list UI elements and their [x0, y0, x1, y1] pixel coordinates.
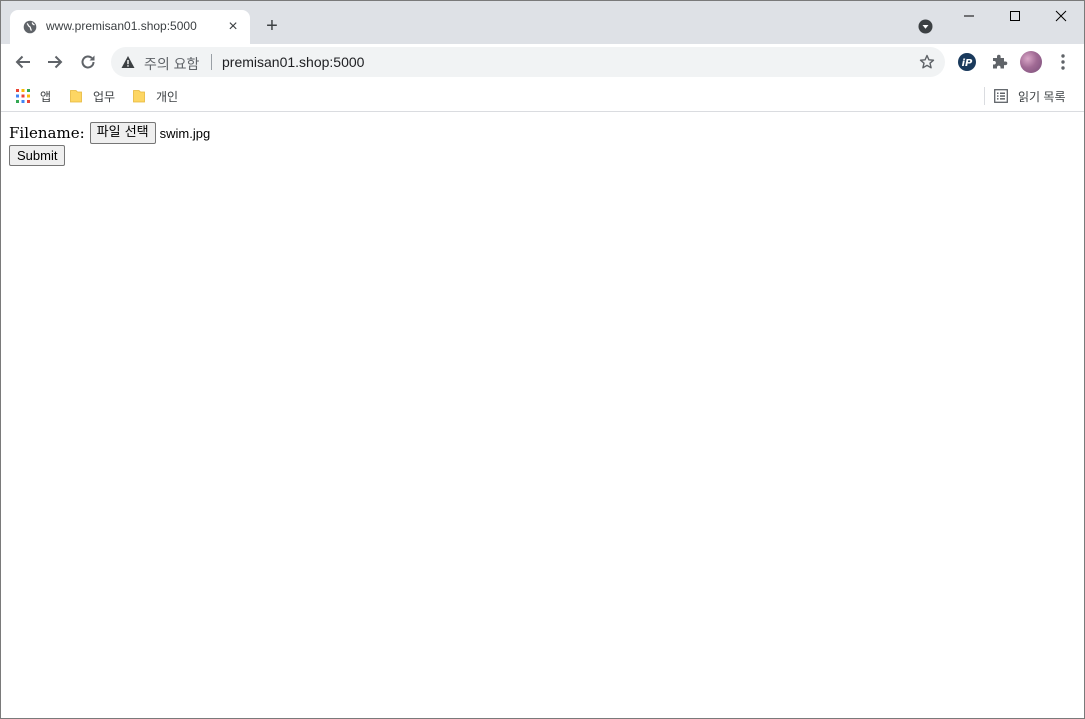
minimize-icon — [964, 15, 974, 17]
bookmark-label: 업무 — [93, 89, 116, 104]
bookmark-apps[interactable]: 앱 — [16, 86, 51, 106]
bookmarks-bar: 앱 업무 개인 읽기 목록 — [1, 80, 1084, 112]
ip-extension-icon[interactable]: iP — [957, 52, 977, 72]
tab-title: www.premisan01.shop:5000 — [46, 19, 197, 33]
reading-list-button[interactable]: 읽기 목록 — [994, 86, 1066, 106]
svg-text:iP: iP — [962, 58, 973, 69]
selected-file-name: swim.jpg — [159, 125, 211, 141]
folder-icon — [70, 90, 82, 103]
reload-icon — [81, 55, 95, 69]
tab-search-icon[interactable] — [918, 19, 933, 34]
file-row: Filename: 파일 선택 swim.jpg — [9, 122, 210, 144]
tab-close-icon[interactable]: × — [225, 19, 241, 35]
choose-file-button[interactable]: 파일 선택 — [89, 122, 156, 144]
reading-list-icon — [994, 89, 1008, 103]
bookmark-label: 앱 — [40, 89, 52, 104]
arrow-left-icon — [15, 55, 30, 69]
close-window-button[interactable] — [1038, 1, 1084, 31]
omnibox-separator — [211, 54, 212, 70]
reading-list-label: 읽기 목록 — [1018, 89, 1066, 104]
maximize-icon — [1010, 11, 1020, 21]
bookmarks-divider — [984, 87, 985, 105]
url-text[interactable]: premisan01.shop:5000 — [222, 54, 364, 70]
page-content: Filename: 파일 선택 swim.jpg Submit — [1, 113, 1084, 718]
maximize-button[interactable] — [992, 1, 1038, 31]
filename-label: Filename: — [9, 124, 85, 142]
close-icon — [1055, 10, 1067, 22]
toolbar: 주의 요함 premisan01.shop:5000 iP — [1, 44, 1084, 80]
forward-button[interactable] — [43, 50, 67, 74]
folder-icon — [133, 90, 145, 103]
security-status-label[interactable]: 주의 요함 — [144, 54, 199, 74]
apps-grid-icon — [16, 89, 30, 103]
bookmark-label: 개인 — [156, 89, 179, 104]
minimize-button[interactable] — [946, 1, 992, 31]
bookmark-star-icon[interactable] — [919, 54, 935, 70]
new-tab-button[interactable]: + — [262, 16, 282, 36]
browser-window: www.premisan01.shop:5000 × + 주의 요함 premi… — [0, 0, 1085, 719]
more-menu-icon[interactable] — [1055, 52, 1071, 72]
back-button[interactable] — [11, 50, 35, 74]
arrow-right-icon — [48, 55, 63, 69]
tab-strip: www.premisan01.shop:5000 × + — [1, 1, 1084, 44]
address-bar[interactable]: 주의 요함 premisan01.shop:5000 — [111, 47, 945, 77]
profile-avatar[interactable] — [1020, 51, 1042, 73]
bookmark-folder-work[interactable]: 업무 — [69, 86, 115, 106]
bookmark-folder-personal[interactable]: 개인 — [132, 86, 178, 106]
tab-active[interactable]: www.premisan01.shop:5000 × — [10, 10, 250, 44]
warning-icon[interactable] — [121, 55, 135, 69]
submit-button[interactable]: Submit — [9, 145, 66, 166]
globe-icon — [23, 20, 37, 34]
reload-button[interactable] — [76, 50, 100, 74]
extensions-puzzle-icon[interactable] — [989, 52, 1009, 72]
